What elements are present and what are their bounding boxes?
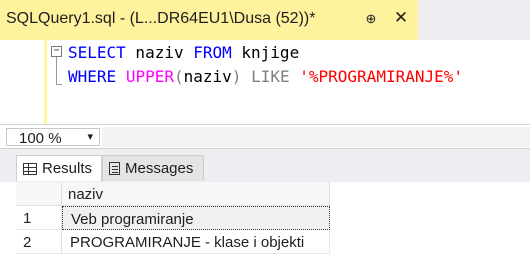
identifier-naziv: naziv	[183, 67, 232, 86]
operator-like: LIKE	[251, 67, 290, 86]
grid-cell[interactable]: PROGRAMIRANJE - klase i objekti	[62, 230, 330, 254]
grid-icon	[23, 162, 37, 175]
row-number[interactable]: 1	[16, 206, 62, 230]
tab-messages[interactable]: Messages	[102, 155, 204, 181]
zoom-dropdown[interactable]: 100 % ▾	[6, 128, 100, 147]
keyword-where: WHERE	[68, 67, 117, 86]
function-upper: UPPER	[125, 67, 174, 86]
outline-line-end	[56, 84, 62, 85]
row-header-corner[interactable]	[16, 182, 62, 206]
tab-results-label: Results	[42, 160, 93, 177]
tab-messages-label: Messages	[125, 160, 194, 177]
outline-line	[56, 57, 57, 85]
string-literal: '%PROGRAMIRANJE%'	[299, 67, 464, 86]
column-header-naziv[interactable]: naziv	[62, 182, 330, 206]
query-tab[interactable]: SQLQuery1.sql - (L...DR64EU1\Dusa (52))*…	[0, 0, 418, 40]
chevron-down-icon[interactable]: ▾	[87, 129, 93, 145]
grid-cell-selected[interactable]: Veb programiranje	[62, 206, 330, 230]
code-line-1[interactable]: SELECT naziv FROM knjige	[68, 43, 299, 63]
close-icon[interactable]: ✕	[392, 9, 410, 27]
row-number[interactable]: 2	[16, 230, 62, 254]
zoom-value: 100 %	[19, 130, 62, 147]
tab-results[interactable]: Results	[16, 155, 102, 181]
keyword-select: SELECT	[68, 43, 126, 62]
document-tab-bar: SQLQuery1.sql - (L...DR64EU1\Dusa (52))*…	[0, 0, 530, 40]
paren-close: )	[231, 67, 242, 86]
code-line-2[interactable]: WHERE UPPER(naziv) LIKE '%PROGRAMIRANJE%…	[68, 67, 463, 87]
query-editor[interactable]: − SELECT naziv FROM knjige WHERE UPPER(n…	[0, 40, 530, 124]
code-text: knjige	[231, 43, 300, 62]
paren-open: (	[173, 67, 184, 86]
horizontal-scrollbar[interactable]	[102, 127, 530, 147]
collapse-toggle-icon[interactable]: −	[51, 46, 62, 57]
pin-icon[interactable]: ⊕	[363, 11, 379, 27]
query-tab-title: SQLQuery1.sql - (L...DR64EU1\Dusa (52))*	[6, 10, 316, 27]
results-tab-strip: Results Messages	[0, 148, 530, 182]
editor-status-bar: 100 % ▾	[0, 124, 530, 148]
results-grid[interactable]: naziv 1 Veb programiranje 2 PROGRAMIRANJ…	[0, 182, 530, 270]
code-text: naziv	[125, 43, 194, 62]
messages-icon	[109, 162, 120, 175]
change-tracking-margin	[44, 40, 47, 124]
keyword-from: FROM	[193, 43, 232, 62]
